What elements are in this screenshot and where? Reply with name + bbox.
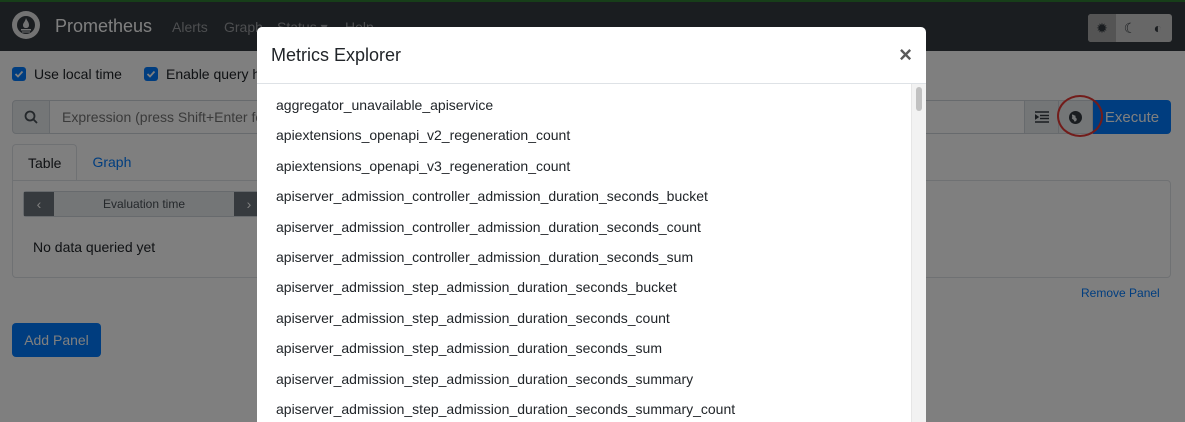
metric-item[interactable]: apiextensions_openapi_v2_regeneration_co… [257,120,926,150]
metric-item[interactable]: apiserver_admission_step_admission_durat… [257,364,926,394]
modal-title: Metrics Explorer [271,44,402,65]
metric-item[interactable]: apiserver_admission_step_admission_durat… [257,272,926,302]
modal-header: Metrics Explorer × [257,27,926,84]
close-icon[interactable]: × [899,44,912,66]
metrics-explorer-modal: Metrics Explorer × aggregator_unavailabl… [257,27,926,422]
metric-item[interactable]: apiserver_admission_controller_admission… [257,181,926,211]
metric-item[interactable]: apiserver_admission_controller_admission… [257,242,926,272]
metric-item[interactable]: apiserver_admission_step_admission_durat… [257,303,926,333]
metric-list: aggregator_unavailable_apiservice apiext… [257,84,926,422]
scrollbar-thumb[interactable] [916,87,922,111]
metric-item[interactable]: apiserver_admission_step_admission_durat… [257,394,926,422]
metric-item[interactable]: apiserver_admission_step_admission_durat… [257,333,926,363]
metric-item[interactable]: apiextensions_openapi_v3_regeneration_co… [257,151,926,181]
metric-list-scrollbar[interactable] [911,84,926,422]
metric-item[interactable]: apiserver_admission_controller_admission… [257,212,926,242]
metric-item[interactable]: aggregator_unavailable_apiservice [257,90,926,120]
